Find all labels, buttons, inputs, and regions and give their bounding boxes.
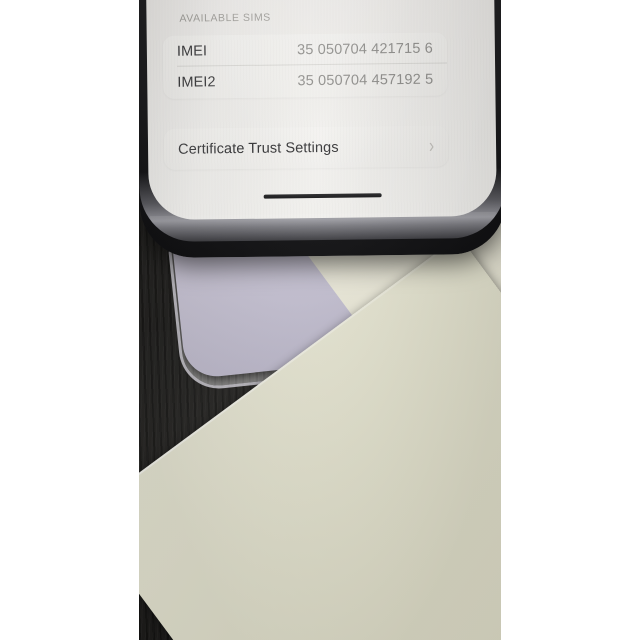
settings-about-screen: AVAILABLE SIMS IMEI 35 050704 421715 6 I… xyxy=(143,0,497,220)
imei2-label: IMEI2 xyxy=(177,73,216,91)
table-row[interactable]: IMEI 35 050704 421715 6 xyxy=(163,32,448,67)
product-photo: AVAILABLE SIMS IMEI 35 050704 421715 6 I… xyxy=(139,0,501,640)
available-sims-card: IMEI 35 050704 421715 6 IMEI2 35 050704 … xyxy=(162,32,448,99)
chevron-right-icon: › xyxy=(428,134,435,158)
available-sims-header: AVAILABLE SIMS xyxy=(179,11,271,25)
table-row[interactable]: IMEI2 35 050704 457192 5 xyxy=(163,63,447,97)
certificate-trust-settings-label: Certificate Trust Settings xyxy=(177,139,339,158)
iphone-device: AVAILABLE SIMS IMEI 35 050704 421715 6 I… xyxy=(139,0,501,259)
letterbox-left xyxy=(0,0,139,640)
home-indicator[interactable] xyxy=(263,193,382,199)
imei-label: IMEI xyxy=(176,42,208,60)
imei2-value: 35 050704 457192 5 xyxy=(297,71,434,89)
certificate-trust-settings-card[interactable]: Certificate Trust Settings › xyxy=(163,125,449,170)
phone-display[interactable]: AVAILABLE SIMS IMEI 35 050704 421715 6 I… xyxy=(142,0,497,221)
imei-value: 35 050704 421715 6 xyxy=(297,40,433,58)
certificate-trust-settings-row[interactable]: Certificate Trust Settings › xyxy=(164,125,448,169)
screenshot-stage: AVAILABLE SIMS IMEI 35 050704 421715 6 I… xyxy=(0,0,640,640)
letterbox-right xyxy=(501,0,640,640)
